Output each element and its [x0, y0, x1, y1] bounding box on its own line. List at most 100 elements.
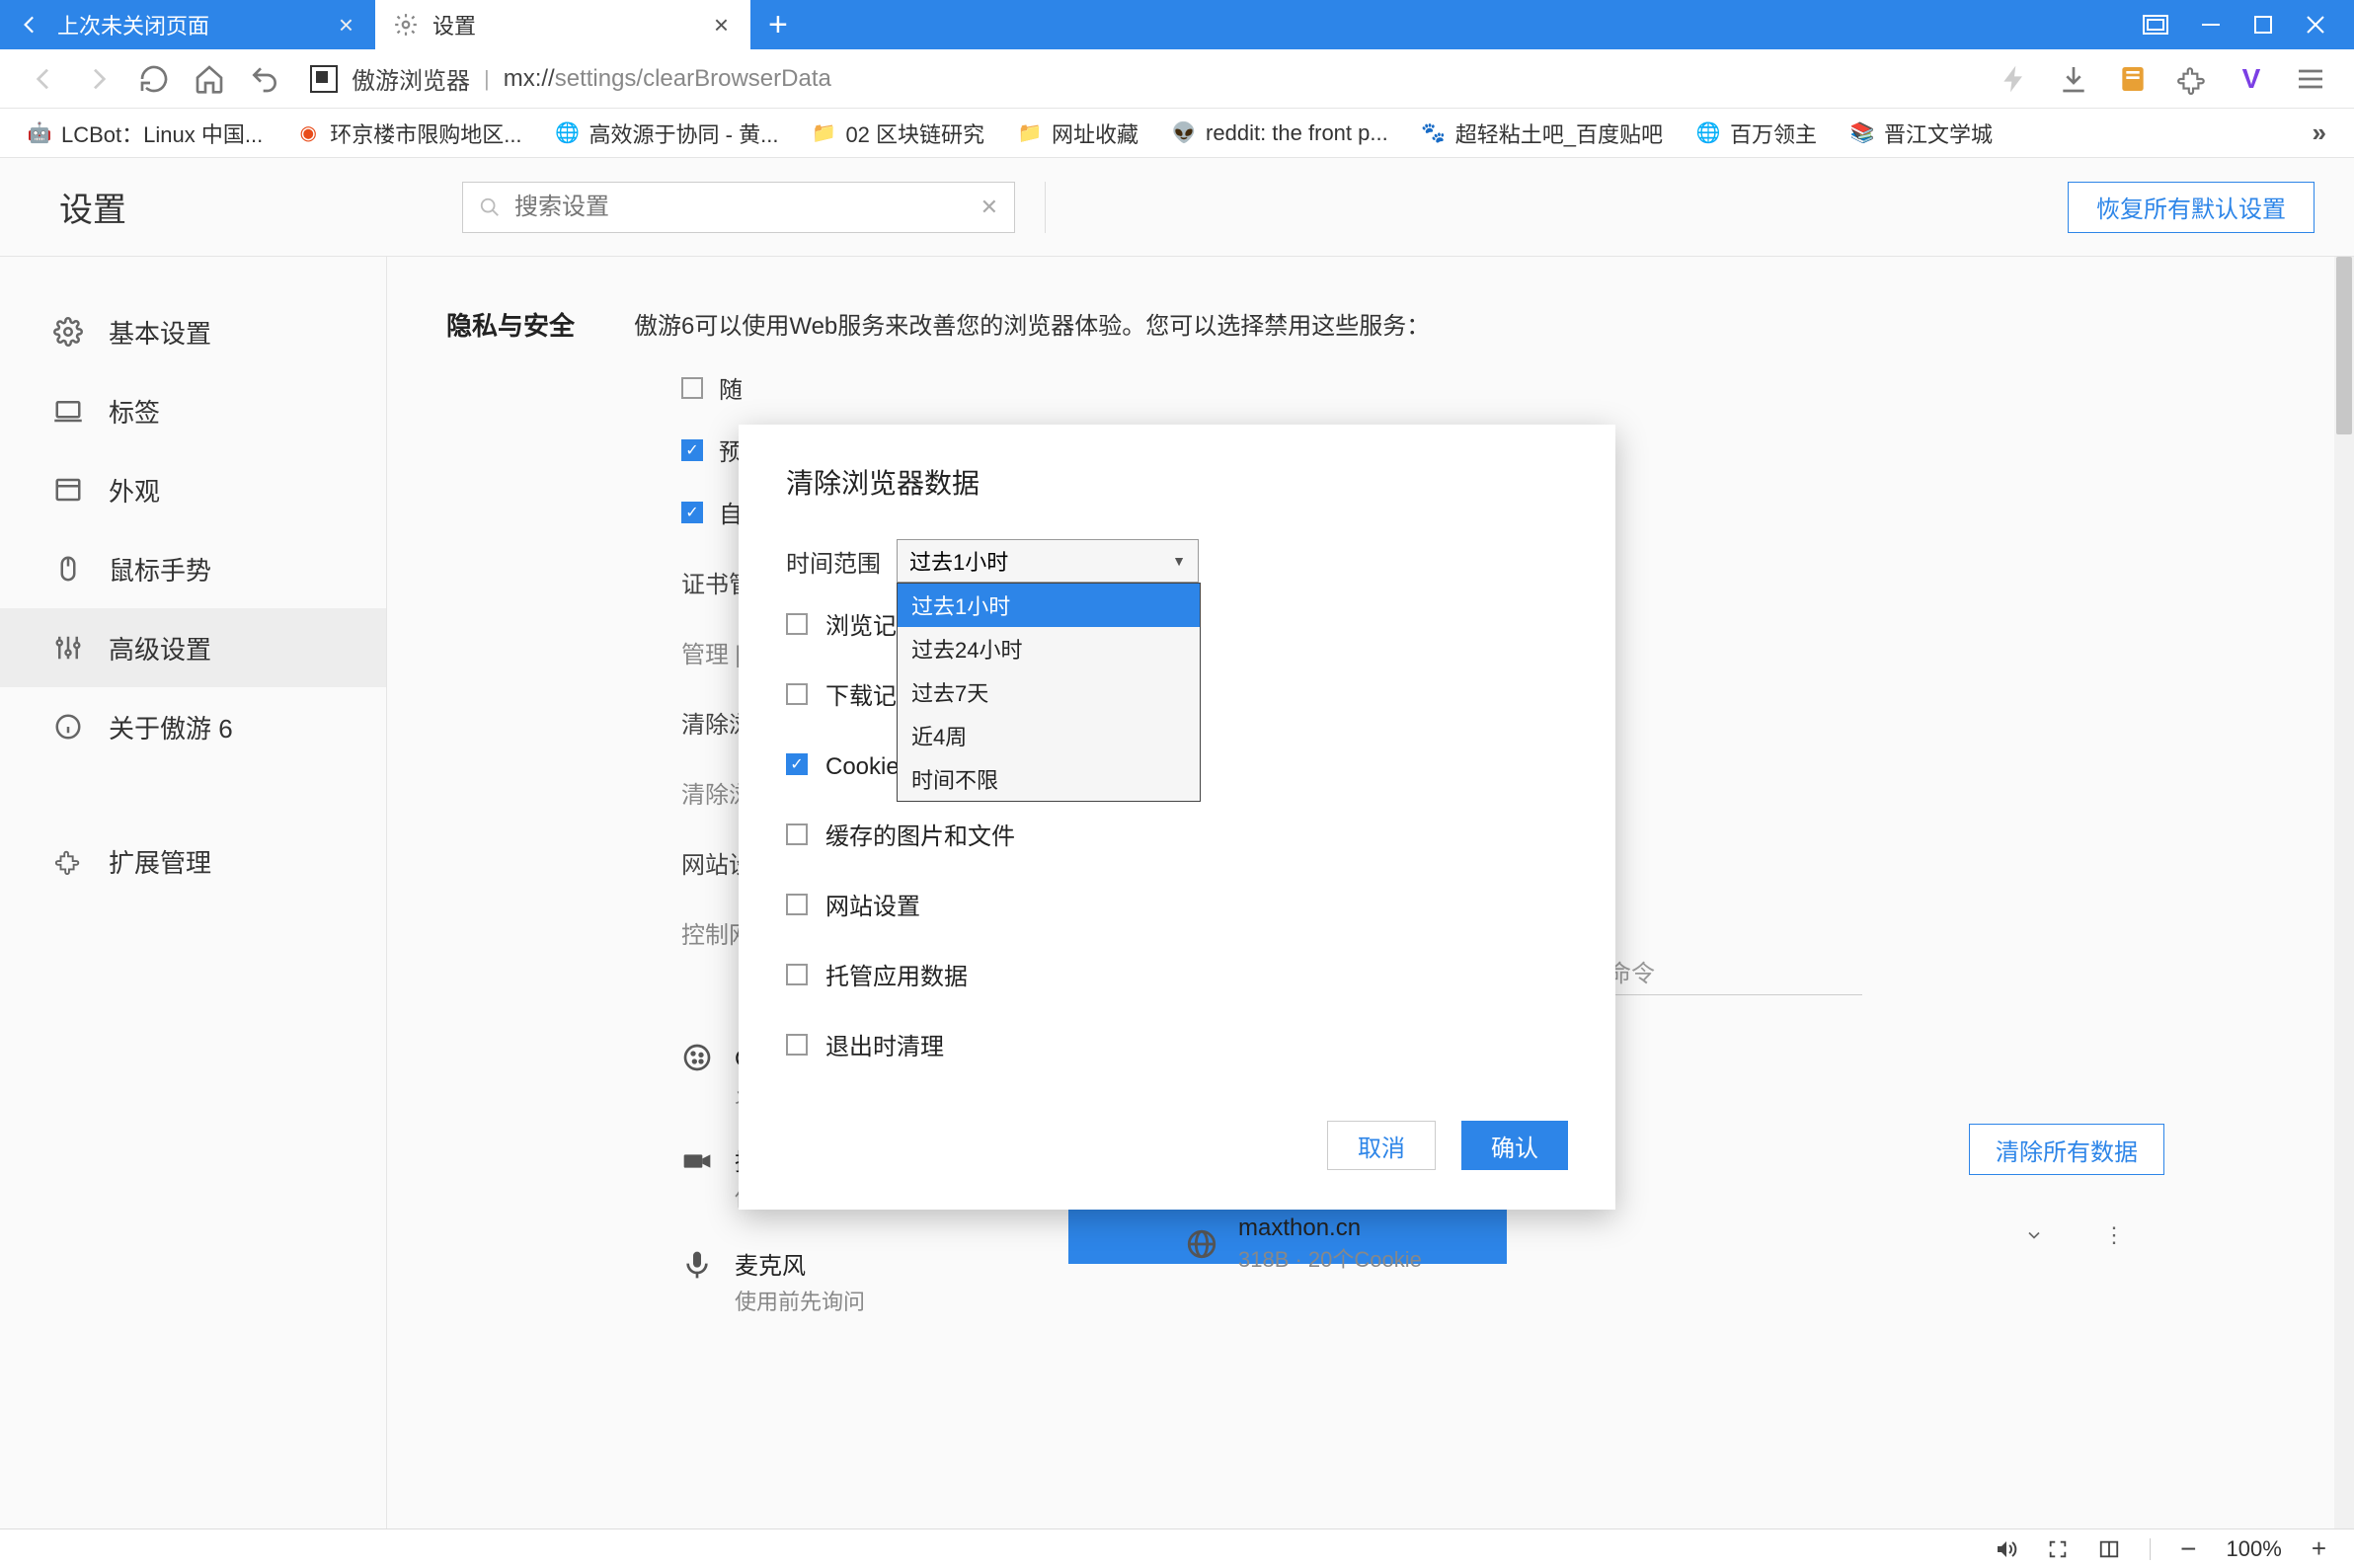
checkbox-icon[interactable]: ✓: [786, 753, 808, 775]
minimize-icon[interactable]: [2200, 14, 2222, 36]
bookmarks-bar: 🤖LCBot：Linux 中国... ◉环京楼市限购地区... 🌐高效源于协同 …: [0, 109, 2354, 158]
chevron-down-icon[interactable]: [2024, 1222, 2044, 1248]
fullscreen-icon[interactable]: [2047, 1538, 2069, 1560]
tab-settings[interactable]: 设置 ×: [375, 0, 750, 49]
divider: [1045, 182, 1046, 233]
undo-nav-icon[interactable]: [249, 63, 280, 95]
checkbox-icon[interactable]: [786, 1034, 808, 1056]
download-icon[interactable]: [2058, 63, 2089, 95]
time-range-label: 时间范围: [786, 544, 881, 579]
reload-icon[interactable]: [138, 63, 170, 95]
zoom-in-icon[interactable]: +: [2312, 1533, 2326, 1564]
sidebar-item-gestures[interactable]: 鼠标手势: [0, 529, 386, 608]
bookmark-overflow-icon[interactable]: »: [2313, 118, 2326, 148]
v-icon[interactable]: V: [2236, 63, 2267, 95]
note-icon[interactable]: [2117, 63, 2149, 95]
bookmark-item[interactable]: ◉环京楼市限购地区...: [296, 118, 521, 149]
dlg-option-hosted[interactable]: 托管应用数据: [786, 957, 1568, 991]
restore-defaults-button[interactable]: 恢复所有默认设置: [2068, 182, 2315, 233]
cn-icon: ◉: [296, 121, 320, 145]
zoom-level: 100%: [2227, 1536, 2282, 1562]
bookmark-item[interactable]: 📁网址收藏: [1018, 118, 1138, 149]
sidebar-item-general[interactable]: 基本设置: [0, 292, 386, 371]
checkbox-icon[interactable]: ✓: [681, 439, 703, 461]
sidebar-item-tabs[interactable]: 标签: [0, 371, 386, 450]
scrollbar[interactable]: [2334, 257, 2354, 1529]
dropdown-option[interactable]: 过去7天: [898, 670, 1200, 714]
ok-button[interactable]: 确认: [1461, 1121, 1568, 1170]
forward-icon: [83, 63, 115, 95]
search-icon: [479, 196, 501, 218]
checkbox-icon[interactable]: [681, 377, 703, 399]
bookmark-item[interactable]: 🐾超轻粘土吧_百度贴吧: [1422, 118, 1663, 149]
back-arrow-icon: [18, 12, 43, 38]
clear-all-data-button[interactable]: 清除所有数据: [1969, 1124, 2164, 1175]
checkbox-icon[interactable]: ✓: [681, 502, 703, 523]
cancel-button[interactable]: 取消: [1327, 1121, 1436, 1170]
baidu-icon: 🐾: [1422, 121, 1446, 145]
tab-title: 设置: [432, 9, 696, 40]
more-icon[interactable]: ⋮: [2103, 1222, 2125, 1248]
dlg-option-site[interactable]: 网站设置: [786, 887, 1568, 921]
search-input[interactable]: [514, 194, 967, 221]
close-icon[interactable]: ×: [335, 10, 357, 40]
cookie-icon: [681, 1042, 713, 1073]
dropdown-option[interactable]: 时间不限: [898, 757, 1200, 801]
checkbox-icon[interactable]: [786, 683, 808, 705]
dropdown-option[interactable]: 过去1小时: [898, 584, 1200, 627]
settings-search[interactable]: ✕: [462, 182, 1015, 233]
extension-icon[interactable]: [2176, 63, 2208, 95]
bookmark-item[interactable]: 🌐高效源于协同 - 黄...: [556, 118, 779, 149]
checkbox-icon[interactable]: [786, 964, 808, 985]
bookmark-item[interactable]: 📚晋江文学城: [1850, 118, 1993, 149]
chevron-down-icon: ▼: [1172, 553, 1186, 569]
dropdown-option[interactable]: 过去24小时: [898, 627, 1200, 670]
sidebar-item-about[interactable]: 关于傲游 6: [0, 687, 386, 766]
address-bar[interactable]: 傲游浏览器 | mx://settings/clearBrowserData: [304, 61, 1975, 96]
sidebar-item-extensions[interactable]: 扩展管理: [0, 822, 386, 901]
bookmark-item[interactable]: 🌐百万领主: [1696, 118, 1817, 149]
new-tab-button[interactable]: +: [750, 6, 806, 44]
option-row[interactable]: 随: [681, 370, 2295, 405]
close-window-icon[interactable]: [2305, 14, 2326, 36]
site-row[interactable]: maxthon.cn318B · 20个Cookie: [1185, 1215, 1422, 1274]
volume-icon[interactable]: [1994, 1537, 2017, 1561]
bookmark-item[interactable]: 🤖LCBot：Linux 中国...: [28, 118, 263, 149]
zoom-out-icon[interactable]: −: [2180, 1533, 2196, 1565]
close-icon[interactable]: ×: [710, 10, 733, 40]
toolbar: 傲游浏览器 | mx://settings/clearBrowserData V: [0, 49, 2354, 109]
scrollbar-thumb[interactable]: [2336, 257, 2352, 434]
dropdown-option[interactable]: 近4周: [898, 714, 1200, 757]
sidebar-item-advanced[interactable]: 高级设置: [0, 608, 386, 687]
flash-icon[interactable]: [1999, 63, 2030, 95]
dlg-option-exit[interactable]: 退出时清理: [786, 1027, 1568, 1061]
app-name: 傲游浏览器: [352, 61, 470, 96]
statusbar: − 100% +: [0, 1529, 2354, 1568]
checkbox-icon[interactable]: [786, 894, 808, 915]
dlg-option-cache[interactable]: 缓存的图片和文件: [786, 817, 1568, 851]
checkbox-icon[interactable]: [786, 613, 808, 635]
gear-icon: [53, 317, 83, 347]
clear-icon[interactable]: ✕: [981, 195, 998, 220]
sidebar-item-appearance[interactable]: 外观: [0, 450, 386, 529]
time-range-select[interactable]: 过去1小时 ▼ 过去1小时 过去24小时 过去7天 近4周 时间不限: [897, 539, 1199, 583]
panels-icon[interactable]: [2143, 15, 2168, 35]
tab-last-session[interactable]: 上次未关闭页面 ×: [0, 0, 375, 49]
bookmark-item[interactable]: 📁02 区块链研究: [812, 118, 984, 149]
gear-icon: [393, 12, 419, 38]
checkbox-icon[interactable]: [786, 823, 808, 845]
time-range-dropdown: 过去1小时 过去24小时 过去7天 近4周 时间不限: [897, 583, 1201, 802]
tab-title: 上次未关闭页面: [57, 9, 321, 40]
split-icon[interactable]: [2098, 1538, 2120, 1560]
jj-icon: 📚: [1850, 121, 1874, 145]
menu-icon[interactable]: [2295, 63, 2326, 95]
maximize-icon[interactable]: [2253, 15, 2273, 35]
page-title: 设置: [59, 183, 126, 231]
settings-sidebar: 基本设置 标签 外观 鼠标手势 高级设置 关于傲游 6 扩展管理: [0, 257, 387, 1529]
window-controls: [2115, 0, 2354, 49]
sliders-icon: [53, 633, 83, 663]
mic-icon: [681, 1249, 713, 1281]
home-icon[interactable]: [194, 63, 225, 95]
globe-icon: [1185, 1227, 1218, 1261]
bookmark-item[interactable]: 👽reddit: the front p...: [1172, 120, 1388, 146]
